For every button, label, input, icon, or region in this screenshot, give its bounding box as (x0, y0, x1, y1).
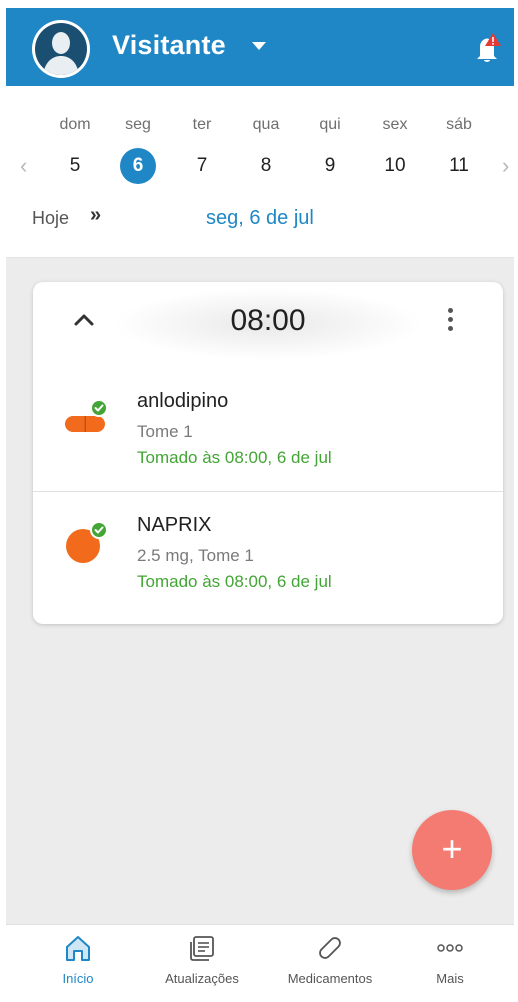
day-number[interactable]: 5 (57, 148, 93, 184)
nav-item-inicio[interactable]: Início (18, 933, 138, 986)
home-icon (66, 936, 90, 961)
day-number[interactable]: 8 (248, 148, 284, 184)
day-number[interactable]: 7 (184, 148, 220, 184)
user-name[interactable]: Visitante (112, 30, 226, 61)
chevron-right-icon[interactable]: › (502, 153, 509, 179)
day-name: sex (382, 116, 408, 133)
more-icon (437, 944, 463, 952)
nav-item-atualizacoes[interactable]: Atualizações (142, 933, 262, 986)
nav-label: Medicamentos (287, 971, 373, 986)
chevron-left-icon[interactable]: ‹ (20, 153, 27, 179)
medication-row[interactable]: NAPRIX 2.5 mg, Tome 1 Tomado às 08:00, 6… (33, 494, 503, 616)
bottom-navigation: Início Atualizações Medicamentos Mais (6, 924, 514, 1002)
avatar[interactable] (32, 20, 90, 78)
dose-time: 08:00 (230, 304, 306, 337)
medication-name: NAPRIX (137, 514, 212, 536)
nav-label: Atualizações (165, 971, 239, 986)
double-chevron-right-icon[interactable]: » (90, 204, 101, 227)
medication-status: Tomado às 08:00, 6 de jul (137, 448, 332, 467)
news-icon (190, 936, 214, 961)
day-name: sáb (446, 116, 472, 133)
day-name: qui (319, 116, 341, 133)
day-number[interactable]: 11 (441, 148, 477, 184)
medication-row[interactable]: anlodipino Tome 1 Tomado às 08:00, 6 de … (33, 370, 503, 492)
day-number[interactable]: 9 (312, 148, 348, 184)
add-medication-button[interactable]: + (412, 810, 492, 890)
nav-item-mais[interactable]: Mais (390, 933, 510, 986)
chevron-down-icon[interactable] (252, 42, 266, 50)
bell-alert-icon[interactable] (470, 30, 506, 66)
medication-dose: 2.5 mg, Tome 1 (137, 546, 254, 565)
nav-label: Mais (436, 971, 464, 986)
round-pill-icon (61, 520, 113, 564)
dose-card: 08:00 anlodipino Tome 1 Tomado às 08:00,… (33, 282, 503, 624)
capsule-icon (61, 396, 113, 440)
more-vert-icon[interactable] (443, 308, 457, 338)
week-calendar: ‹ › dom seg ter qua qui sex sáb 5 6 7 8 … (6, 86, 514, 258)
pill-icon (319, 937, 341, 959)
nav-item-medicamentos[interactable]: Medicamentos (270, 933, 390, 986)
day-name: dom (59, 116, 91, 133)
app-header: Visitante (6, 8, 514, 86)
avatar-person-icon (35, 23, 87, 75)
nav-label: Início (62, 971, 94, 986)
medication-status: Tomado às 08:00, 6 de jul (137, 572, 332, 591)
medication-dose: Tome 1 (137, 422, 193, 441)
day-number-selected[interactable]: 6 (120, 148, 156, 184)
day-name: qua (252, 116, 280, 133)
medication-name: anlodipino (137, 390, 229, 412)
day-number[interactable]: 10 (377, 148, 413, 184)
day-name: ter (192, 116, 212, 133)
day-name: seg (125, 116, 151, 133)
selected-date: seg, 6 de jul (206, 207, 314, 229)
today-button[interactable]: Hoje (32, 208, 69, 229)
